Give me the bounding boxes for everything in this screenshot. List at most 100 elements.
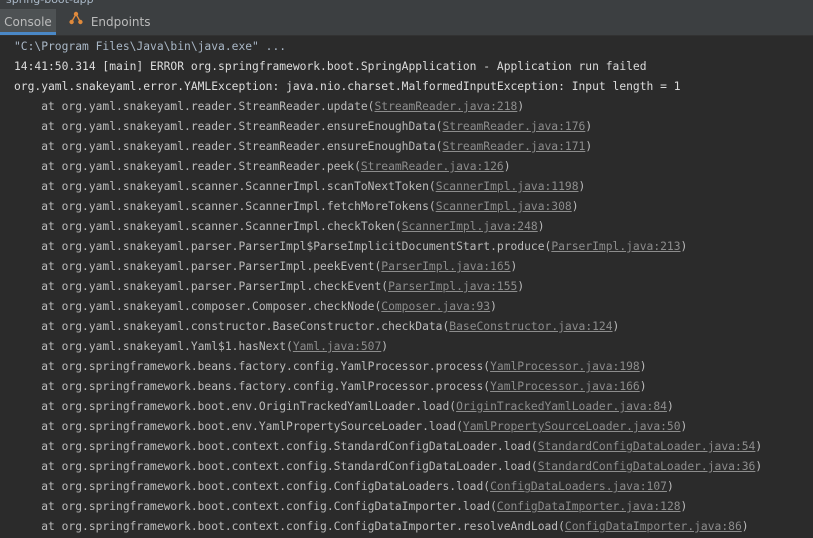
stack-frame-close-paren: ) [666,480,674,493]
tab-endpoints-label: Endpoints [90,15,151,29]
stack-frame-line: at org.yaml.snakeyaml.reader.StreamReade… [14,157,511,177]
stack-frame-close-paren: ) [741,520,749,533]
stack-frame-method: at org.yaml.snakeyaml.Yaml$1.hasNext( [14,340,293,353]
stack-frame-close-paren: ) [503,160,511,173]
stack-frame-method: at org.springframework.boot.context.conf… [14,480,491,493]
stack-frame-close-paren: ) [639,380,647,393]
stack-frame-close-paren: ) [510,260,518,273]
tool-window-tabbar: Console Endpoints [0,9,813,36]
stack-frame-source-link[interactable]: YamlProcessor.java:198 [490,360,640,373]
stack-frame-line: at org.springframework.boot.context.conf… [14,497,687,517]
stack-frame-method: at org.springframework.boot.env.OriginTr… [14,400,457,413]
stack-frame-close-paren: ) [517,100,525,113]
stack-frame-line: at org.springframework.boot.context.conf… [14,437,762,457]
stack-frame-close-paren: ) [755,460,763,473]
stack-frame-source-link[interactable]: ParserImpl.java:155 [388,280,517,293]
stack-frame-method: at org.springframework.boot.context.conf… [14,460,538,473]
stack-frame-method: at org.yaml.snakeyaml.parser.ParserImpl$… [14,240,552,253]
stack-frame-source-link[interactable]: StreamReader.java:218 [374,100,517,113]
stack-frame-source-link[interactable]: ConfigDataImporter.java:128 [497,500,681,513]
stack-frame-method: at org.springframework.boot.context.conf… [14,500,497,513]
stack-frame-source-link[interactable]: ParserImpl.java:213 [551,240,680,253]
stack-frame-line: at org.yaml.snakeyaml.scanner.ScannerImp… [14,177,585,197]
stack-frame-source-link[interactable]: Yaml.java:507 [293,340,381,353]
stack-frame-line: at org.yaml.snakeyaml.scanner.ScannerImp… [14,197,579,217]
stack-frame-source-link[interactable]: ScannerImpl.java:308 [436,200,572,213]
stack-frame-close-paren: ) [612,320,620,333]
stack-frame-line: at org.yaml.snakeyaml.reader.StreamReade… [14,117,592,137]
console-error-line: 14:41:50.314 [main] ERROR org.springfram… [14,60,647,73]
stack-frame-line: at org.yaml.snakeyaml.scanner.ScannerImp… [14,217,545,237]
stack-frame-source-link[interactable]: ConfigDataLoaders.java:107 [490,480,667,493]
stack-frame-line: at org.yaml.snakeyaml.Yaml$1.hasNext(Yam… [14,337,388,357]
stack-frame-method: at org.yaml.snakeyaml.scanner.ScannerImp… [14,220,402,233]
stack-frame-source-link[interactable]: BaseConstructor.java:124 [449,320,612,333]
stack-frame-source-link[interactable]: ParserImpl.java:165 [381,260,510,273]
run-configuration-label: spring-boot-app [6,0,94,6]
stack-frame-source-link[interactable]: StandardConfigDataLoader.java:54 [538,440,756,453]
stack-frame-close-paren: ) [639,360,647,373]
stack-frame-close-paren: ) [680,500,688,513]
console-exception-line: org.yaml.snakeyaml.error.YAMLException: … [14,80,681,93]
stack-frame-close-paren: ) [517,280,525,293]
stack-frame-line: at org.springframework.boot.context.conf… [14,457,762,477]
stack-frame-line: at org.springframework.beans.factory.con… [14,357,647,377]
stack-frame-close-paren: ) [585,120,593,133]
stack-frame-close-paren: ) [537,220,545,233]
stack-frame-line: at org.springframework.boot.context.conf… [14,477,674,497]
endpoints-icon [69,8,83,35]
stack-frame-line: at org.springframework.beans.factory.con… [14,377,647,397]
stack-frame-close-paren: ) [680,420,688,433]
stack-frame-method: at org.yaml.snakeyaml.reader.StreamReade… [14,100,375,113]
stack-frame-method: at org.yaml.snakeyaml.constructor.BaseCo… [14,320,450,333]
stack-frame-source-link[interactable]: OriginTrackedYamlLoader.java:84 [456,400,667,413]
stack-frame-line: at org.yaml.snakeyaml.constructor.BaseCo… [14,317,619,337]
stack-frame-line: at org.yaml.snakeyaml.reader.StreamReade… [14,137,592,157]
stack-frame-source-link[interactable]: ConfigDataImporter.java:86 [565,520,742,533]
stack-frame-method: at org.springframework.beans.factory.con… [14,380,491,393]
stack-frame-source-link[interactable]: StandardConfigDataLoader.java:36 [538,460,756,473]
stack-frame-line: at org.yaml.snakeyaml.composer.Composer.… [14,297,497,317]
stack-frame-source-link[interactable]: Composer.java:93 [381,300,490,313]
stack-frame-source-link[interactable]: StreamReader.java:176 [442,120,585,133]
stack-frame-close-paren: ) [680,240,688,253]
stack-frame-source-link[interactable]: ScannerImpl.java:1198 [436,180,579,193]
stack-frame-source-link[interactable]: StreamReader.java:171 [442,140,585,153]
console-command-line: "C:\Program Files\Java\bin\java.exe" ... [14,40,287,53]
stack-frame-close-paren: ) [755,440,763,453]
stack-frame-source-link[interactable]: YamlProcessor.java:166 [490,380,640,393]
console-output[interactable]: "C:\Program Files\Java\bin\java.exe" ...… [0,36,813,538]
stack-frame-method: at org.yaml.snakeyaml.reader.StreamReade… [14,160,361,173]
tab-console-label: Console [4,15,52,29]
stack-frame-source-link[interactable]: ScannerImpl.java:248 [402,220,538,233]
stack-frame-method: at org.springframework.boot.context.conf… [14,440,538,453]
run-title-strip: spring-boot-app [0,0,813,9]
stack-frame-line: at org.yaml.snakeyaml.reader.StreamReade… [14,97,524,117]
stack-frame-close-paren: ) [666,400,674,413]
stack-frame-close-paren: ) [571,200,579,213]
stack-frame-close-paren: ) [585,140,593,153]
stack-frame-method: at org.yaml.snakeyaml.parser.ParserImpl.… [14,260,382,273]
stack-frame-line: at org.yaml.snakeyaml.parser.ParserImpl.… [14,257,517,277]
stack-frame-method: at org.springframework.boot.context.conf… [14,520,565,533]
stack-frame-method: at org.springframework.boot.env.YamlProp… [14,420,463,433]
stack-frame-method: at org.yaml.snakeyaml.parser.ParserImpl.… [14,280,389,293]
stack-frame-close-paren: ) [381,340,389,353]
stack-frame-method: at org.yaml.snakeyaml.scanner.ScannerImp… [14,180,436,193]
stack-frame-method: at org.yaml.snakeyaml.reader.StreamReade… [14,120,443,133]
stack-frame-method: at org.yaml.snakeyaml.composer.Composer.… [14,300,382,313]
stack-frame-line: at org.springframework.boot.env.YamlProp… [14,417,687,437]
stack-frame-method: at org.yaml.snakeyaml.scanner.ScannerImp… [14,200,436,213]
tab-console[interactable]: Console [0,9,56,35]
stack-frame-method: at org.yaml.snakeyaml.reader.StreamReade… [14,140,443,153]
stack-frame-line: at org.springframework.boot.env.OriginTr… [14,397,674,417]
stack-frame-method: at org.springframework.beans.factory.con… [14,360,491,373]
stack-frame-line: at org.yaml.snakeyaml.parser.ParserImpl$… [14,237,687,257]
stack-frame-line: at org.yaml.snakeyaml.parser.ParserImpl.… [14,277,524,297]
stack-frame-source-link[interactable]: StreamReader.java:126 [361,160,504,173]
stack-frame-close-paren: ) [490,300,497,313]
stack-frame-line: at org.springframework.boot.context.conf… [14,517,749,537]
tab-endpoints[interactable]: Endpoints [65,9,151,35]
stack-frame-source-link[interactable]: YamlPropertySourceLoader.java:50 [463,420,681,433]
stack-frame-close-paren: ) [578,180,586,193]
